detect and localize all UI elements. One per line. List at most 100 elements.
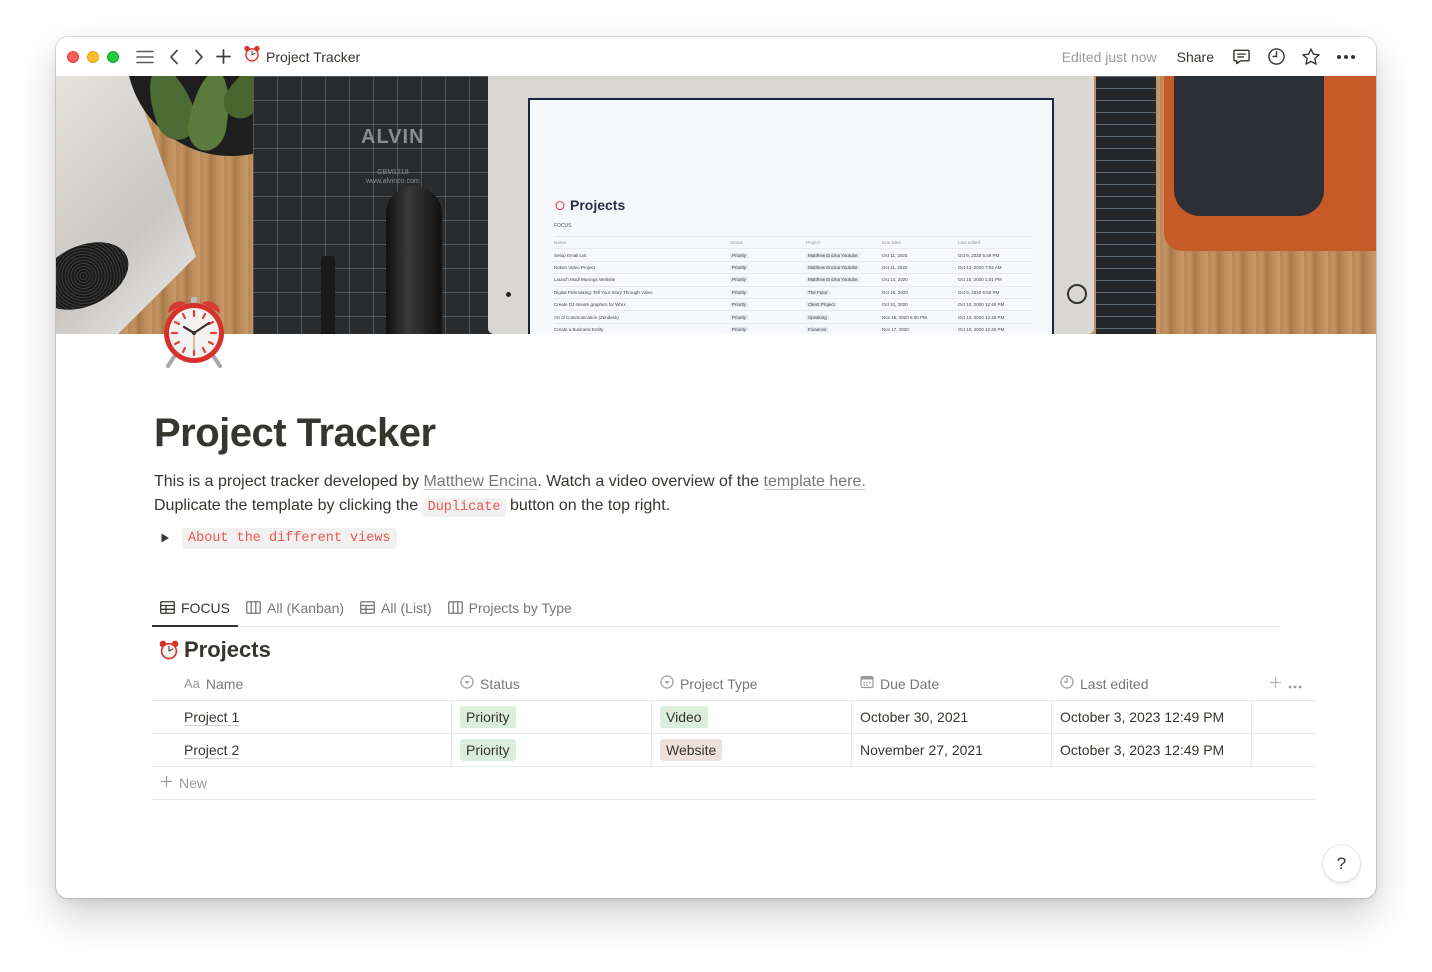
column-header-status[interactable]: Status bbox=[452, 667, 652, 700]
cover-mat-url: www.alvinco.com bbox=[366, 178, 420, 185]
breadcrumb-page-title[interactable]: Project Tracker bbox=[266, 49, 360, 65]
text-property-icon: Aa bbox=[184, 676, 200, 691]
cover-screen-cell-wrap: Art of Communication (Zendesk) bbox=[554, 315, 730, 320]
column-header-actions bbox=[1252, 667, 1316, 700]
tab-projects-by-type[interactable]: Projects by Type bbox=[440, 589, 580, 626]
cover-screen-title-text: Projects bbox=[570, 197, 626, 213]
column-header-label: Status bbox=[480, 675, 520, 692]
cover-screen-cell: Priority bbox=[730, 264, 749, 270]
cover-screen-header: Due Date bbox=[882, 240, 902, 246]
cover-screen-row: Notion Video Project Priority Matthew Enci… bbox=[554, 260, 1032, 273]
tab-focus[interactable]: FOCUS bbox=[152, 589, 238, 627]
cell-project-type[interactable]: Website bbox=[652, 734, 852, 766]
add-property-plus-icon[interactable] bbox=[1269, 676, 1282, 692]
maximize-window-button[interactable] bbox=[107, 50, 119, 63]
column-header-label: Project Type bbox=[680, 675, 758, 692]
toggle-label[interactable]: About the different views bbox=[182, 527, 397, 549]
intro-paragraph[interactable]: This is a project tracker developed by M… bbox=[154, 473, 866, 491]
cover-screen-cell: Oct 9, 2020 6:50 PM bbox=[958, 289, 1000, 295]
cover-screen-row: Setup Email List Priority Matthew Encina Y… bbox=[554, 248, 1032, 260]
cover-image[interactable]: ALVIN GBM1218 www.alvinco.com Projects F… bbox=[56, 76, 1376, 334]
cover-screen-header: Project bbox=[806, 240, 821, 246]
cover-screen-cell-wrap: Launch Modi Musings Website bbox=[554, 277, 730, 282]
column-header-due-date[interactable]: Due Date bbox=[852, 667, 1052, 700]
row-name[interactable]: Project 1 bbox=[184, 709, 239, 725]
cell-status[interactable]: Priority bbox=[452, 734, 652, 766]
row-name[interactable]: Project 2 bbox=[184, 742, 239, 758]
cover-mat-brand: ALVIN bbox=[361, 126, 425, 148]
cover-screen-cell: Nov 16, 2020 6:00 PM bbox=[882, 314, 927, 320]
type-badge: Video bbox=[660, 706, 708, 728]
cover-bag bbox=[1174, 76, 1324, 216]
history-clock-icon[interactable] bbox=[1266, 47, 1286, 67]
video-link[interactable]: template here. bbox=[764, 473, 866, 490]
calendar-icon bbox=[860, 675, 874, 692]
favorite-star-icon[interactable] bbox=[1301, 47, 1321, 67]
views-toggle[interactable]: About the different views bbox=[154, 527, 397, 549]
cover-screen-cell: Oct 10, 2020 12:46 PM bbox=[958, 302, 1005, 308]
cover-screen-cell: Digital Filmmaking: Tell Your Story Thro… bbox=[554, 289, 653, 295]
cover-mat-model: GBM1218 bbox=[377, 169, 409, 176]
duplicate-paragraph[interactable]: Duplicate the template by clicking the D… bbox=[154, 497, 670, 517]
cover-screen-cell: Priority bbox=[730, 252, 749, 258]
edited-status: Edited just now bbox=[1061, 48, 1157, 65]
cover-screen-cell-wrap: Oct 14, 2020 bbox=[882, 277, 958, 282]
breadcrumb[interactable]: Project Tracker bbox=[243, 45, 360, 68]
table-row[interactable]: Project 2 Priority Website November 27, … bbox=[152, 734, 1316, 767]
column-header-last-edited[interactable]: Last edited bbox=[1052, 667, 1252, 700]
cover-pencil bbox=[321, 256, 335, 334]
close-window-button[interactable] bbox=[67, 50, 79, 63]
type-badge: Website bbox=[660, 739, 723, 761]
column-header-project-type[interactable]: Project Type bbox=[652, 667, 852, 700]
cell-due-date[interactable]: November 27, 2021 bbox=[852, 734, 1052, 766]
cover-screen-cell-wrap: Oct 11, 2020 bbox=[882, 265, 958, 270]
tab-label: FOCUS bbox=[181, 599, 230, 616]
cell-name[interactable]: Project 2 bbox=[152, 734, 452, 766]
cover-ruler bbox=[1096, 76, 1156, 334]
minimize-window-button[interactable] bbox=[87, 50, 99, 63]
cell-empty bbox=[1252, 701, 1316, 733]
back-arrow-icon[interactable] bbox=[167, 49, 181, 65]
toggle-triangle-icon[interactable] bbox=[154, 527, 176, 549]
status-badge: Priority bbox=[460, 706, 516, 728]
cell-due-date[interactable]: October 30, 2021 bbox=[852, 701, 1052, 733]
page-title[interactable]: Project Tracker bbox=[154, 411, 436, 456]
cover-screen-cell: Oct 14, 2020 bbox=[882, 277, 908, 283]
table-header-row: Aa Name Status Project Type Due Date Las… bbox=[152, 667, 1316, 701]
column-header-name[interactable]: Aa Name bbox=[152, 667, 452, 700]
column-header-label: Due Date bbox=[880, 675, 940, 692]
cell-name[interactable]: Project 1 bbox=[152, 701, 452, 733]
cover-screen-cell: Oct 31, 2020 bbox=[882, 302, 908, 308]
column-header-label: Last edited bbox=[1080, 675, 1149, 692]
forward-arrow-icon[interactable] bbox=[192, 49, 206, 65]
tab-all-kanban[interactable]: All (Kanban) bbox=[238, 589, 352, 626]
alarm-clock-icon[interactable] bbox=[154, 291, 234, 371]
new-row-button[interactable]: New bbox=[152, 767, 1316, 800]
cover-screen-cell-wrap: Priority bbox=[730, 314, 806, 320]
cover-screen-cell: Oct 13, 2020 7:54 AM bbox=[958, 264, 1002, 270]
share-button[interactable]: Share bbox=[1177, 49, 1214, 65]
cover-screen-cell: Speaking bbox=[806, 314, 829, 320]
more-options-icon[interactable] bbox=[1336, 47, 1356, 67]
more-options-icon[interactable] bbox=[1288, 676, 1302, 692]
board-icon bbox=[447, 601, 463, 614]
cover-screen-cell-wrap: Priority bbox=[730, 252, 806, 258]
column-header-label: Name bbox=[205, 675, 244, 692]
database-title[interactable]: Projects bbox=[158, 637, 271, 663]
new-page-plus-icon[interactable] bbox=[215, 49, 231, 64]
cell-project-type[interactable]: Video bbox=[652, 701, 852, 733]
cover-screen-cell: Nov 17, 2020 bbox=[882, 326, 909, 332]
help-button[interactable]: ? bbox=[1323, 845, 1360, 882]
cover-screen-cell-wrap: Setup Email List bbox=[554, 253, 730, 258]
tab-label: All (List) bbox=[381, 599, 432, 616]
cover-screen-cell-wrap: Oct 31, 2020 bbox=[882, 302, 958, 307]
cover-screen-cell: Matthew Encina Youtube bbox=[806, 252, 860, 258]
author-link[interactable]: Matthew Encina bbox=[423, 473, 537, 490]
comments-icon[interactable] bbox=[1231, 47, 1251, 67]
cell-empty bbox=[1252, 734, 1316, 766]
table-row[interactable]: Project 1 Priority Video October 30, 202… bbox=[152, 701, 1316, 734]
sidebar-menu-icon[interactable] bbox=[136, 50, 154, 64]
cell-status[interactable]: Priority bbox=[452, 701, 652, 733]
tab-all-list[interactable]: All (List) bbox=[352, 589, 440, 626]
database-title-text[interactable]: Projects bbox=[184, 637, 271, 663]
